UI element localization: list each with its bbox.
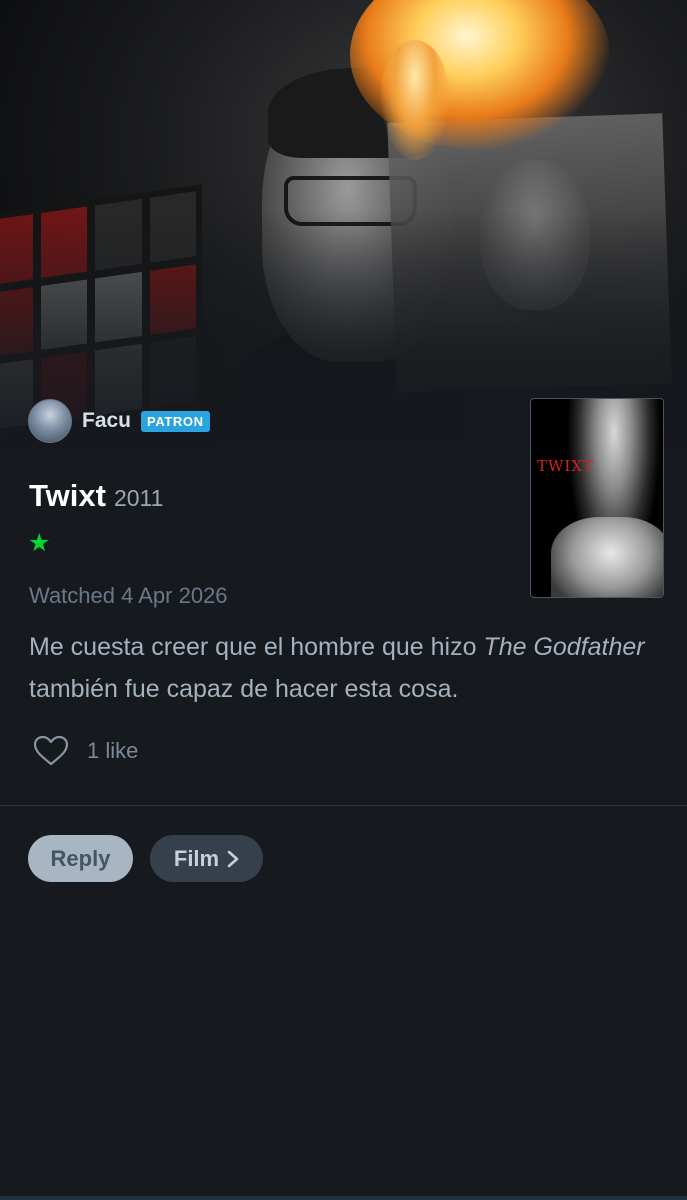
watched-date: Watched 4 Apr 2026: [29, 583, 228, 608]
poster-title: TWIXT: [537, 457, 595, 475]
patron-badge: PATRON: [141, 410, 210, 432]
reply-button-label: Reply: [50, 845, 111, 871]
star-rating: ★: [28, 529, 51, 557]
avatar[interactable]: [28, 399, 72, 443]
likes-row: 1 like: [33, 735, 138, 767]
film-title[interactable]: Twixt: [29, 478, 106, 514]
film-button[interactable]: Film: [150, 835, 263, 882]
divider: [0, 805, 687, 806]
review-text-film-reference: The Godfather: [483, 633, 645, 661]
bottom-edge: [0, 1196, 687, 1200]
chevron-right-icon: [227, 850, 239, 867]
reply-button[interactable]: Reply: [28, 835, 133, 882]
film-button-label: Film: [173, 845, 220, 871]
review-author[interactable]: Facu PATRON: [28, 398, 210, 444]
author-name[interactable]: Facu: [82, 409, 131, 433]
review-text: Me cuesta creer que el hombre que hizo T…: [29, 626, 659, 710]
like-count[interactable]: 1 like: [87, 738, 138, 764]
heart-outline-icon[interactable]: [33, 735, 69, 767]
film-year[interactable]: 2011: [114, 485, 163, 512]
film-poster[interactable]: TWIXT: [530, 398, 664, 598]
review-text-part: Me cuesta creer que el hombre que hizo: [29, 633, 484, 661]
film-title-row[interactable]: Twixt 2011: [29, 478, 163, 514]
review-text-part: también fue capaz de hacer esta cosa.: [29, 675, 459, 703]
